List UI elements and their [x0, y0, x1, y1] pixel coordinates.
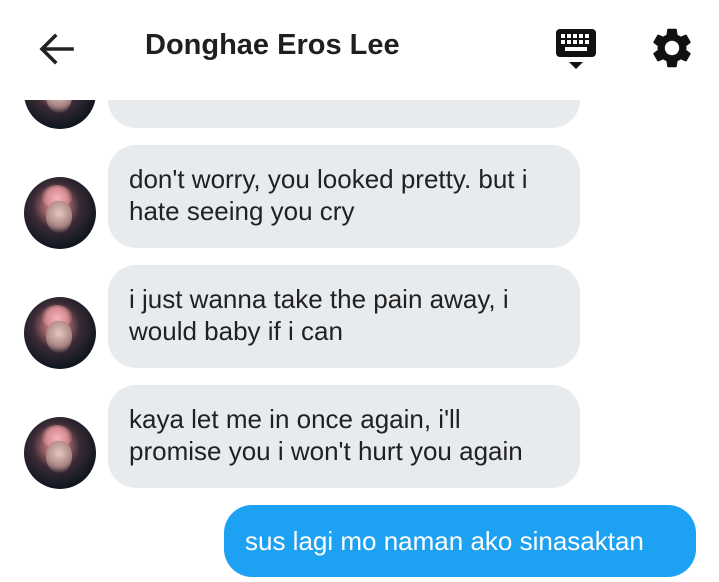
message-bubble-incoming[interactable]: kaya let me in once again, i'll promise … — [108, 385, 580, 488]
keyboard-icon — [556, 29, 596, 69]
settings-button[interactable] — [648, 24, 696, 72]
message-bubble-incoming[interactable]: don't worry, you looked pretty. but i ha… — [108, 145, 580, 248]
contact-avatar[interactable] — [24, 417, 96, 489]
contact-avatar[interactable] — [24, 297, 96, 369]
message-text: sus lagi mo naman ako sinasaktan — [245, 526, 644, 556]
arrow-left-icon — [39, 33, 74, 65]
page-title: Donghae Eros Lee — [145, 29, 400, 61]
message-bubble-outgoing[interactable]: sus lagi mo naman ako sinasaktan — [224, 505, 696, 577]
keyboard-button[interactable] — [552, 26, 600, 74]
conversation-header: Donghae Eros Lee — [0, 0, 719, 100]
contact-avatar[interactable] — [24, 177, 96, 249]
message-text: kaya let me in once again, i'll promise … — [129, 404, 523, 466]
message-bubble-incoming[interactable]: i just wanna take the pain away, i would… — [108, 265, 580, 368]
back-button[interactable] — [34, 27, 78, 71]
gear-icon — [653, 28, 691, 68]
message-text: i just wanna take the pain away, i would… — [129, 284, 509, 346]
message-text: don't worry, you looked pretty. but i ha… — [129, 164, 528, 226]
